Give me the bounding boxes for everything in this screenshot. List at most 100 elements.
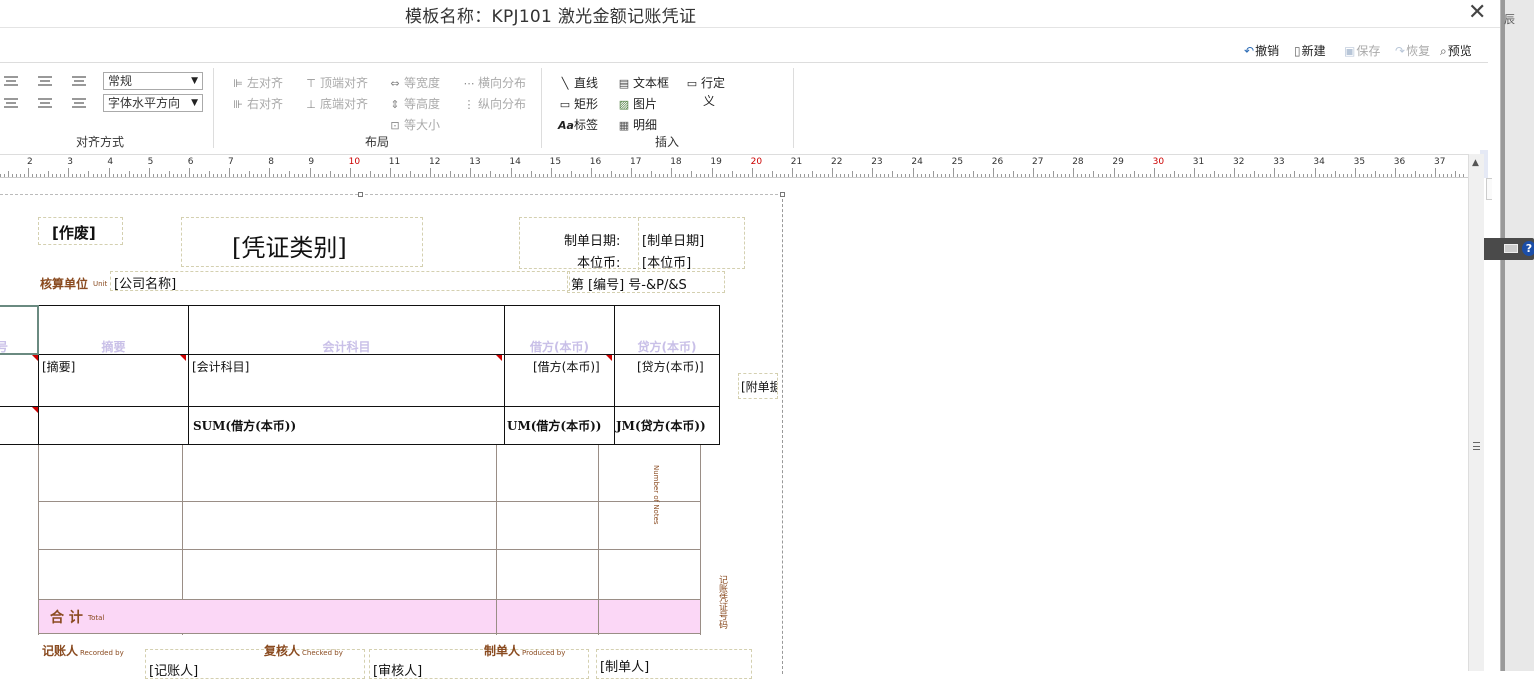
insert-detail-label: 明细 <box>633 118 658 132</box>
restore-button[interactable]: ↷恢复 <box>1395 42 1430 59</box>
void-box[interactable]: [作废] <box>38 217 123 245</box>
v-distribute-label: 纵向分布 <box>478 97 527 111</box>
title-bar: 模板名称：KPJ101 激光金额记账凭证 ✕ <box>0 0 1500 28</box>
voucher-page[interactable]: [作废] [凭证类别] 制单日期: [制单日期] 本位币: [本位币] 核算单位… <box>0 192 785 679</box>
insert-detail-button[interactable]: ▦ 明细 <box>617 116 657 133</box>
help-icon[interactable]: ? <box>1522 241 1534 256</box>
ruler-tick <box>293 174 295 177</box>
align-left-icon[interactable] <box>4 76 18 86</box>
restore-label: 恢复 <box>1406 44 1431 58</box>
ruler-tick <box>285 174 287 177</box>
same-size-button[interactable]: ⊡ 等大小 <box>388 116 440 133</box>
ruler-tick <box>160 174 162 177</box>
same-size-icon: ⊡ <box>390 119 400 132</box>
resize-handle[interactable] <box>358 192 363 197</box>
align-middle-icon[interactable] <box>38 98 52 108</box>
table-line <box>719 305 720 445</box>
ruler-tick <box>675 174 677 177</box>
ruler-tick <box>711 168 713 177</box>
maker-box[interactable]: [制单人] <box>596 649 752 679</box>
v-distribute-button[interactable]: ⋮ 纵向分布 <box>462 95 527 112</box>
insert-group-label: 插入 <box>655 135 680 149</box>
ruler-tick <box>201 174 202 177</box>
scroll-up-icon[interactable]: ▲ <box>1472 158 1479 168</box>
edge-tab[interactable] <box>1486 178 1492 200</box>
ruler-number: 30 <box>1152 157 1165 167</box>
ruler-tick <box>104 174 106 177</box>
row-account: [会计科目] <box>192 360 250 374</box>
ruler-tick <box>796 174 797 177</box>
ruler-tick <box>932 171 934 177</box>
chevron-down-icon: ▼ <box>191 98 198 108</box>
ruler-tick <box>478 174 480 177</box>
ruler-number: 37 <box>1434 157 1446 167</box>
ruler-tick <box>960 174 962 177</box>
same-width-button[interactable]: ⇔ 等宽度 <box>388 74 440 91</box>
void-label: [作废] <box>52 224 96 242</box>
h-align-select[interactable]: 字体水平方向 ▼ <box>103 94 203 112</box>
ruler-number: 3 <box>67 157 73 167</box>
ruler-tick <box>526 174 528 177</box>
close-icon[interactable]: ✕ <box>1468 0 1486 25</box>
insert-image-button[interactable]: ▨ 图片 <box>617 95 657 112</box>
left-align-button[interactable]: ⊫ 左对齐 <box>231 74 283 91</box>
font-style-select[interactable]: 常规 ▼ <box>103 72 203 90</box>
date-currency-box[interactable]: 制单日期: [制单日期] 本位币: [本位币] <box>519 217 745 271</box>
new-button[interactable]: ▯新建 <box>1294 42 1326 59</box>
header-account: 会计科目 <box>322 340 371 354</box>
ruler-tick <box>1218 174 1220 177</box>
right-align-button[interactable]: ⊪ 右对齐 <box>231 95 283 112</box>
insert-textbox-button[interactable]: ▤ 文本框 <box>617 74 669 91</box>
top-align-button[interactable]: ⊤ 顶端对齐 <box>304 74 368 91</box>
ruler-tick <box>1109 174 1111 177</box>
align-top-icon[interactable] <box>4 98 18 108</box>
ruler-tick <box>779 174 781 177</box>
align-center-icon[interactable] <box>38 76 52 86</box>
header-debit: 借方(本币) <box>530 340 589 354</box>
scroll-grip-icon[interactable] <box>1473 442 1480 450</box>
keyboard-icon[interactable] <box>1504 244 1518 253</box>
ruler-tick <box>1125 174 1127 177</box>
preview-button[interactable]: ⌕预览 <box>1440 42 1472 59</box>
attachment-label: [附单据 <box>741 380 778 394</box>
floating-widget[interactable]: ? <box>1482 238 1534 260</box>
bottom-align-button[interactable]: ⊥ 底端对齐 <box>304 95 368 112</box>
ruler-tick <box>12 174 14 177</box>
ruler-tick <box>72 174 74 177</box>
voucher-type-box[interactable]: [凭证类别] <box>181 217 423 267</box>
ruler-tick <box>671 168 673 177</box>
design-canvas[interactable]: [作废] [凭证类别] 制单日期: [制单日期] 本位币: [本位币] 核算单位… <box>0 180 1466 679</box>
ruler-tick <box>892 171 894 177</box>
ruler-tick <box>136 174 138 177</box>
row-define-button[interactable]: ▭ 行定 <box>685 74 725 91</box>
resize-handle[interactable] <box>780 192 785 197</box>
ruler-tick <box>1222 174 1224 177</box>
ruler-tick <box>824 174 826 177</box>
ruler-tick <box>241 174 243 177</box>
ruler-tick <box>679 174 681 177</box>
insert-line-button[interactable]: ╲ 直线 <box>558 74 598 91</box>
insert-rect-button[interactable]: ▭ 矩形 <box>558 95 598 112</box>
ruler-tick <box>454 174 456 177</box>
ruler-tick <box>1250 174 1252 177</box>
ruler-number: 14 <box>509 157 521 167</box>
ruler-tick <box>176 174 178 177</box>
h-distribute-button[interactable]: ⋯ 横向分布 <box>462 74 527 91</box>
insert-label-button[interactable]: Aa标签 <box>558 116 598 133</box>
align-right-icon[interactable] <box>72 76 86 86</box>
align-bottom-icon[interactable] <box>72 98 86 108</box>
ruler-tick <box>1386 174 1388 177</box>
vertical-scrollbar[interactable]: ▲ <box>1468 154 1484 671</box>
save-button[interactable]: ▣保存 <box>1344 42 1380 59</box>
ruler-tick <box>623 174 625 177</box>
ruler-tick <box>398 174 399 177</box>
ruler-tick <box>1346 174 1348 177</box>
number-box[interactable]: 第 [编号] 号-&P/&S <box>567 271 725 293</box>
same-height-button[interactable]: ⇕ 等高度 <box>388 95 440 112</box>
ruler-tick <box>763 174 765 177</box>
company-box[interactable]: [公司名称] <box>110 271 570 292</box>
attachment-box[interactable]: [附单据 <box>738 373 778 399</box>
undo-button[interactable]: ↶撤销 <box>1244 42 1279 59</box>
ruler-tick <box>590 168 592 177</box>
table-line <box>614 305 615 445</box>
